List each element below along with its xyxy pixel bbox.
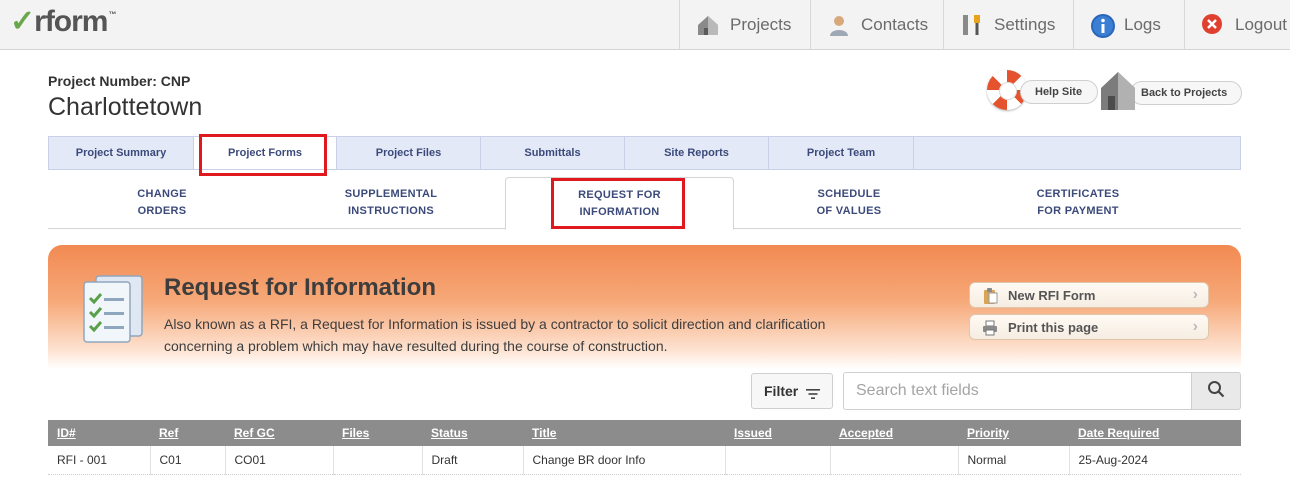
column-header-id[interactable]: ID# bbox=[48, 420, 150, 446]
cell-ref: C01 bbox=[150, 446, 226, 475]
subtab-certificates-for-payment[interactable]: CERTIFICATES FOR PAYMENT bbox=[1003, 177, 1153, 229]
column-header-accepted[interactable]: Accepted bbox=[830, 420, 958, 446]
column-header-title[interactable]: Title bbox=[523, 420, 725, 446]
nav-logs[interactable]: Logs bbox=[1073, 0, 1184, 50]
tab-site-reports[interactable]: Site Reports bbox=[625, 137, 769, 169]
nav-projects[interactable]: Projects bbox=[679, 0, 810, 50]
back-to-projects-button[interactable]: Back to Projects bbox=[1130, 81, 1242, 105]
house-icon[interactable] bbox=[1100, 70, 1136, 110]
logo-tm: ™ bbox=[108, 10, 116, 19]
banner-title: Request for Information bbox=[164, 274, 437, 301]
nav-projects-label: Projects bbox=[730, 15, 792, 34]
tab-submittals[interactable]: Submittals bbox=[481, 137, 625, 169]
app-logo[interactable]: ✓rform™ bbox=[10, 4, 116, 39]
filter-label: Filter bbox=[764, 383, 799, 399]
subtab-line: FOR PAYMENT bbox=[1037, 205, 1119, 217]
column-header-files[interactable]: Files bbox=[333, 420, 422, 446]
tab-project-summary[interactable]: Project Summary bbox=[49, 137, 194, 169]
subtab-change-orders[interactable]: CHANGE ORDERS bbox=[96, 177, 228, 229]
nav-settings[interactable]: Settings bbox=[943, 0, 1073, 50]
subtab-line: CHANGE bbox=[137, 188, 187, 200]
rfi-table: ID# Ref Ref GC Files Status Title Issued… bbox=[48, 420, 1241, 475]
info-icon bbox=[1090, 13, 1115, 38]
cell-title[interactable]: Change BR door Info bbox=[523, 446, 726, 475]
help-site-button[interactable]: Help Site bbox=[1020, 80, 1098, 104]
cell-accepted bbox=[830, 446, 959, 475]
highlight-box-request-for-information bbox=[551, 178, 685, 229]
print-page-button[interactable]: Print this page › bbox=[969, 314, 1209, 340]
cell-issued bbox=[725, 446, 831, 475]
search-input[interactable] bbox=[843, 372, 1192, 410]
column-header-ref-gc[interactable]: Ref GC bbox=[225, 420, 333, 446]
cell-id[interactable]: RFI - 001 bbox=[48, 446, 151, 475]
tools-icon bbox=[960, 13, 984, 37]
subtab-supplemental-instructions[interactable]: SUPPLEMENTAL INSTRUCTIONS bbox=[318, 177, 464, 229]
column-header-priority[interactable]: Priority bbox=[958, 420, 1069, 446]
search-icon bbox=[1207, 380, 1225, 403]
project-name: Charlottetown bbox=[48, 93, 203, 121]
nav-settings-label: Settings bbox=[994, 15, 1056, 34]
cell-date-required: 25-Aug-2024 bbox=[1069, 446, 1241, 475]
clipboard-icon bbox=[982, 288, 998, 304]
house-icon bbox=[696, 13, 720, 37]
new-rfi-form-button[interactable]: New RFI Form › bbox=[969, 282, 1209, 308]
column-header-issued[interactable]: Issued bbox=[725, 420, 830, 446]
nav-logout[interactable]: Logout bbox=[1184, 0, 1290, 50]
checklist-icon bbox=[78, 272, 148, 344]
subtab-line: CERTIFICATES bbox=[1036, 188, 1120, 200]
subtab-schedule-of-values[interactable]: SCHEDULE OF VALUES bbox=[788, 177, 910, 229]
column-header-status[interactable]: Status bbox=[422, 420, 523, 446]
banner-description: Also known as a RFI, a Request for Infor… bbox=[164, 316, 826, 354]
print-page-label: Print this page bbox=[1008, 319, 1099, 335]
nav-contacts-label: Contacts bbox=[861, 15, 929, 34]
nav-logout-label: Logout bbox=[1235, 15, 1287, 34]
cell-priority: Normal bbox=[958, 446, 1070, 475]
column-header-date-required[interactable]: Date Required bbox=[1069, 420, 1241, 446]
subtab-line: OF VALUES bbox=[816, 205, 882, 217]
tab-project-files[interactable]: Project Files bbox=[337, 137, 481, 169]
chevron-right-icon: › bbox=[1192, 318, 1198, 335]
subtab-line: SCHEDULE bbox=[817, 188, 881, 200]
chevron-right-icon: › bbox=[1192, 286, 1198, 303]
nav-contacts[interactable]: Contacts bbox=[810, 0, 943, 50]
top-nav-bar: ✓rform™ Projects Contacts Settings Logs … bbox=[0, 0, 1290, 50]
project-number: Project Number: CNP bbox=[48, 73, 191, 89]
nav-logs-label: Logs bbox=[1124, 15, 1161, 34]
cell-files bbox=[333, 446, 423, 475]
column-header-ref[interactable]: Ref bbox=[150, 420, 225, 446]
close-circle-icon bbox=[1201, 13, 1225, 37]
filter-button[interactable]: Filter bbox=[751, 373, 833, 409]
cell-ref-gc: CO01 bbox=[225, 446, 334, 475]
subtab-line: INSTRUCTIONS bbox=[347, 205, 435, 217]
subtab-line: ORDERS bbox=[137, 205, 187, 217]
person-icon bbox=[827, 13, 851, 37]
table-row[interactable]: RFI - 001 C01 CO01 Draft Change BR door … bbox=[48, 446, 1241, 475]
tab-project-team[interactable]: Project Team bbox=[769, 137, 914, 169]
table-header-row: ID# Ref Ref GC Files Status Title Issued… bbox=[48, 420, 1241, 446]
highlight-box-project-forms bbox=[199, 134, 327, 176]
cell-status: Draft bbox=[422, 446, 524, 475]
logo-check: ✓ bbox=[10, 5, 35, 38]
subtab-line: SUPPLEMENTAL bbox=[344, 188, 438, 200]
printer-icon bbox=[982, 320, 998, 336]
filter-lines-icon bbox=[806, 386, 821, 399]
search-button[interactable] bbox=[1191, 372, 1241, 410]
new-rfi-form-label: New RFI Form bbox=[1008, 287, 1096, 303]
logo-text: rform bbox=[34, 5, 108, 38]
